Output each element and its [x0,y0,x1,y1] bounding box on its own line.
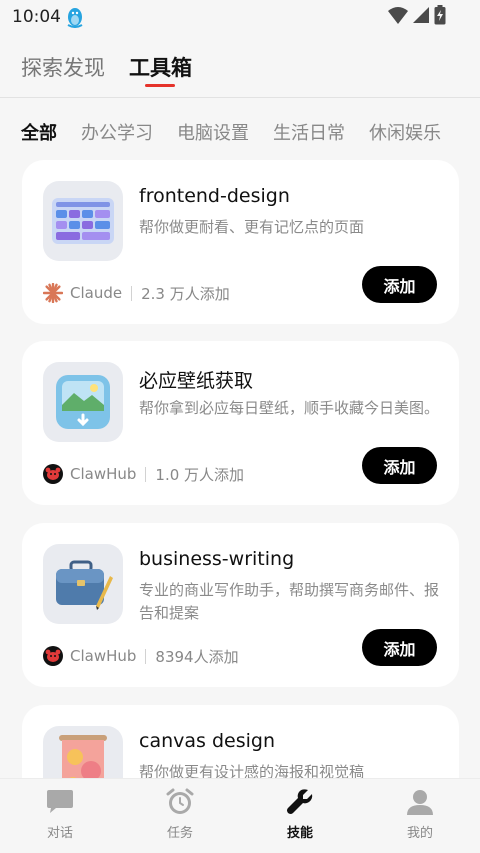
skill-card[interactable]: canvas design 帮你做更有设计感的海报和视觉稿 [22,705,459,778]
skill-card[interactable]: 必应壁纸获取 帮你拿到必应每日壁纸，顺手收藏今日美图。 ClawHub 1.0 … [22,341,459,505]
skill-description: 帮你拿到必应每日壁纸，顺手收藏今日美图。 [139,399,440,417]
dashboard-ui-icon [43,181,123,261]
clawhub-logo-icon [43,464,63,484]
landscape-download-icon [43,362,123,442]
clawhub-logo-icon [43,646,63,666]
skill-source: ClawHub [70,647,137,665]
nav-label: 对话 [46,826,73,841]
skill-add-count: 1.0 万人添加 [155,465,245,484]
skill-title: canvas design [139,730,275,752]
active-tab-indicator [145,84,175,87]
meta-divider [145,648,147,664]
wifi-icon [388,6,408,28]
status-bar: 10:04 [0,0,480,34]
skill-title: 必应壁纸获取 [139,370,254,392]
skill-description: 专业的商业写作助手，帮助撰写商务邮件、报告和提案 [139,581,440,622]
skill-card[interactable]: business-writing 专业的商业写作助手，帮助撰写商务邮件、报告和提… [22,523,459,687]
skill-card[interactable]: frontend-design 帮你做更耐看、更有记忆点的页面 Claude 2 [22,160,459,324]
nav-chat[interactable]: 对话 [20,787,100,845]
skill-title: frontend-design [139,185,290,207]
skill-meta: ClawHub 1.0 万人添加 [43,463,244,485]
category-bar: 全部 办公学习 电脑设置 生活日常 休闲娱乐 [0,98,480,160]
top-tab-bar: 探索发现 工具箱 [0,34,480,98]
claude-starburst-icon [43,283,63,303]
add-skill-button[interactable]: 添加 [362,629,437,666]
battery-charging-icon [434,5,446,29]
nav-skills[interactable]: 技能 [260,787,340,845]
skill-meta: Claude 2.3 万人添加 [43,282,230,304]
nav-tasks[interactable]: 任务 [140,787,220,845]
meta-divider [145,466,147,482]
nav-label: 我的 [406,826,433,841]
nav-label: 任务 [166,826,193,841]
status-time: 10:04 [12,7,61,27]
nav-profile[interactable]: 我的 [380,787,460,845]
category-office-study[interactable]: 办公学习 [81,119,153,145]
briefcase-pen-icon [43,544,123,624]
skill-add-count: 8394人添加 [155,647,239,666]
add-skill-button[interactable]: 添加 [362,266,437,303]
category-all[interactable]: 全部 [21,119,57,145]
poster-canvas-icon [43,726,123,778]
penguin-icon [65,6,85,28]
add-skill-button[interactable]: 添加 [362,447,437,484]
wrench-icon [285,787,315,817]
nav-label: 技能 [286,826,313,841]
meta-divider [131,285,133,301]
tab-toolbox[interactable]: 工具箱 [129,52,192,82]
category-leisure[interactable]: 休闲娱乐 [369,119,441,145]
skill-meta: ClawHub 8394人添加 [43,645,239,667]
skill-source: Claude [70,284,123,302]
chat-bubble-icon [45,787,75,817]
alarm-clock-icon [165,787,195,817]
skill-source: ClawHub [70,465,137,483]
skill-title: business-writing [139,548,295,570]
tab-explore[interactable]: 探索发现 [21,52,105,82]
skill-add-count: 2.3 万人添加 [141,284,230,303]
cell-signal-icon [412,6,430,28]
bottom-nav: 对话 任务 技能 我的 [0,778,480,853]
skill-description: 帮你做更耐看、更有记忆点的页面 [139,218,365,236]
skill-list: frontend-design 帮你做更耐看、更有记忆点的页面 Claude 2 [0,160,480,778]
category-pc-settings[interactable]: 电脑设置 [177,119,249,145]
skill-description: 帮你做更有设计感的海报和视觉稿 [139,763,365,778]
category-daily-life[interactable]: 生活日常 [273,119,345,145]
person-icon [405,787,435,817]
